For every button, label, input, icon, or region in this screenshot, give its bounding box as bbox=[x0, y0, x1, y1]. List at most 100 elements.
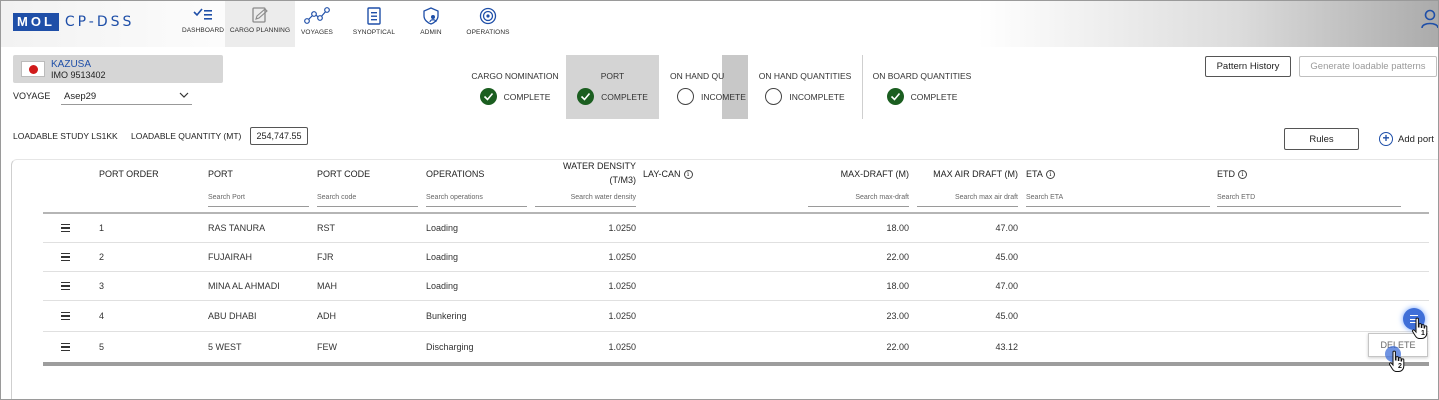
cell-max-draft: 18.00 bbox=[886, 223, 909, 233]
drag-handle-icon[interactable] bbox=[61, 343, 70, 353]
rules-button[interactable]: Rules bbox=[1284, 128, 1359, 150]
step-on-board-quantities[interactable]: ON BOARD QUANTITIES COMPLETE bbox=[871, 55, 973, 119]
cell-operation: Loading bbox=[426, 223, 459, 233]
cell-max-draft: 18.00 bbox=[886, 281, 909, 291]
drag-handle-icon[interactable] bbox=[61, 253, 70, 263]
search-max-air-draft-input[interactable]: Search max air draft bbox=[917, 191, 1018, 207]
cell-density: 1.0250 bbox=[608, 281, 636, 291]
japan-flag-icon bbox=[21, 61, 45, 77]
cursor-step-label: 2 bbox=[1398, 363, 1402, 370]
add-port-button[interactable]: + Add port bbox=[1379, 132, 1434, 146]
search-water-density-input[interactable]: Search water density bbox=[535, 191, 636, 207]
route-nodes-icon bbox=[304, 7, 330, 24]
table-row[interactable]: 1 RAS TANURA RST Loading 1.0250 18.00 47… bbox=[43, 214, 1429, 243]
nav-operations[interactable]: OPERATIONS bbox=[453, 7, 523, 36]
step-status: COMPLETE bbox=[566, 88, 659, 105]
cell-air-draft: 47.00 bbox=[995, 281, 1018, 291]
step-status-text: COMPLETE bbox=[601, 91, 648, 102]
step-status-text: COMPLETE bbox=[910, 91, 958, 102]
vessel-imo: IMO 9513402 bbox=[51, 70, 106, 80]
col-operations[interactable]: OPERATIONS bbox=[426, 169, 484, 179]
step-on-hand-qu[interactable]: ON HAND QU INCOMETE bbox=[666, 55, 746, 119]
target-icon bbox=[479, 7, 497, 25]
cell-operation: Discharging bbox=[426, 342, 474, 352]
col-etd[interactable]: ETD i bbox=[1217, 169, 1247, 180]
search-port-code-input[interactable]: Search code bbox=[317, 191, 418, 207]
table-row[interactable]: 2 FUJAIRAH FJR Loading 1.0250 22.00 45.0… bbox=[43, 243, 1429, 272]
cell-density: 1.0250 bbox=[608, 342, 636, 352]
loadable-study-label: LOADABLE STUDY LS1KK bbox=[13, 131, 118, 141]
pattern-history-button[interactable]: Pattern History bbox=[1205, 56, 1291, 77]
cell-port: 5 WEST bbox=[208, 342, 242, 352]
search-etd-input[interactable]: Search ETD bbox=[1217, 191, 1401, 207]
nav-label: OPERATIONS bbox=[466, 29, 510, 36]
voyage-value: Asep29 bbox=[64, 91, 97, 102]
report-icon bbox=[367, 7, 381, 25]
check-circle-icon bbox=[886, 88, 904, 105]
step-status-text: INCOMETE bbox=[701, 91, 746, 102]
info-icon[interactable]: i bbox=[1045, 170, 1055, 180]
check-circle-icon bbox=[577, 88, 595, 105]
cell-port: ABU DHABI bbox=[208, 311, 257, 321]
cell-density: 1.0250 bbox=[608, 311, 636, 321]
step-title: PORT bbox=[600, 71, 625, 81]
search-operations-input[interactable]: Search operations bbox=[426, 191, 527, 207]
user-profile-icon[interactable] bbox=[1421, 9, 1439, 29]
col-port-code[interactable]: PORT CODE bbox=[317, 169, 370, 179]
col-max-draft[interactable]: MAX-DRAFT (M) bbox=[808, 169, 909, 179]
cell-air-draft: 47.00 bbox=[995, 223, 1018, 233]
cell-port: FUJAIRAH bbox=[208, 252, 253, 262]
cell-density: 1.0250 bbox=[608, 223, 636, 233]
table-row[interactable]: 4 ABU DHABI ADH Bunkering 1.0250 23.00 4… bbox=[43, 301, 1429, 332]
table-row[interactable]: 5 5 WEST FEW Discharging 1.0250 22.00 43… bbox=[43, 332, 1429, 362]
app-logo[interactable]: MOL CP-DSS bbox=[13, 13, 134, 31]
step-cargo-nomination[interactable]: CARGO NOMINATION COMPLETE bbox=[465, 55, 565, 119]
search-eta-input[interactable]: Search ETA bbox=[1026, 191, 1210, 207]
search-max-draft-input[interactable]: Search max-draft bbox=[808, 191, 909, 207]
table-row[interactable]: 3 MINA AL AHMADI MAH Loading 1.0250 18.0… bbox=[43, 272, 1429, 301]
step-status: COMPLETE bbox=[465, 88, 565, 105]
cell-operation: Loading bbox=[426, 281, 459, 291]
shield-user-icon bbox=[423, 7, 439, 25]
col-water-density-line1: WATER DENSITY bbox=[562, 161, 636, 171]
voyage-select[interactable]: Asep29 bbox=[61, 87, 192, 105]
step-title: ON HAND QU bbox=[670, 71, 725, 81]
col-max-air-draft[interactable]: MAX AIR DRAFT (M) bbox=[917, 169, 1018, 179]
info-icon[interactable]: i bbox=[1238, 170, 1247, 180]
info-icon[interactable]: i bbox=[683, 170, 693, 180]
col-port[interactable]: PORT bbox=[208, 169, 233, 179]
cell-port: RAS TANURA bbox=[208, 223, 266, 233]
drag-handle-icon[interactable] bbox=[61, 224, 70, 234]
step-on-hand-quantities[interactable]: ON HAND QUANTITIES INCOMPLETE bbox=[755, 55, 855, 119]
drag-handle-icon[interactable] bbox=[61, 282, 70, 292]
plus-circle-icon: + bbox=[1379, 132, 1393, 146]
cell-operation: Bunkering bbox=[426, 311, 467, 321]
step-status: COMPLETE bbox=[871, 88, 973, 105]
drag-handle-icon[interactable] bbox=[61, 312, 70, 322]
generate-patterns-button[interactable]: Generate loadable patterns bbox=[1299, 56, 1437, 77]
cell-order: 1 bbox=[99, 223, 105, 233]
cell-air-draft: 43.12 bbox=[995, 342, 1018, 352]
vessel-name: KAZUSA bbox=[51, 59, 92, 70]
col-eta[interactable]: ETA i bbox=[1026, 169, 1055, 180]
check-circle-icon bbox=[479, 88, 497, 105]
hand-cursor-icon: 1 bbox=[1411, 317, 1431, 344]
search-port-input[interactable]: Search Port bbox=[208, 191, 309, 207]
col-lay-can[interactable]: LAY-CAN i bbox=[643, 169, 693, 180]
cell-order: 5 bbox=[99, 342, 105, 352]
col-water-density[interactable]: WATER DENSITY (T/M3) bbox=[535, 161, 636, 185]
logo-text: CP-DSS bbox=[64, 14, 135, 30]
loadable-quantity-label: LOADABLE QUANTITY (MT) bbox=[131, 131, 242, 141]
chevron-down-icon bbox=[179, 92, 189, 98]
clipboard-edit-icon bbox=[252, 7, 268, 23]
col-port-order[interactable]: PORT ORDER bbox=[99, 169, 159, 179]
cell-max-draft: 22.00 bbox=[886, 252, 909, 262]
app-window: MOL CP-DSS DASHBOARD CARGO PLANNING VOYA… bbox=[0, 0, 1439, 400]
logo-mark: MOL bbox=[13, 13, 59, 31]
step-status: INCOMETE bbox=[677, 88, 757, 105]
cell-code: RST bbox=[317, 223, 335, 233]
cell-code: ADH bbox=[317, 311, 337, 321]
step-port[interactable]: PORT COMPLETE bbox=[566, 55, 659, 119]
divider bbox=[862, 55, 863, 119]
vessel-card[interactable]: KAZUSA IMO 9513402 bbox=[13, 55, 223, 83]
